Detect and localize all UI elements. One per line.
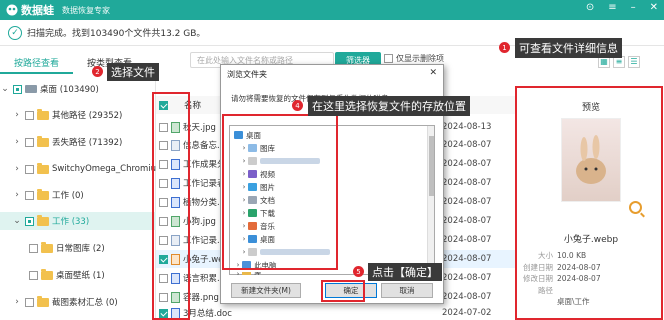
tree-item-label: SwitchyOmega_Chromiu [51,164,156,174]
folder-icon [37,108,49,120]
tree-item-work-33[interactable]: ⌄ 工作 (33) [0,212,156,230]
file-date: 2024-08-07 [442,197,492,207]
app-subtitle: 数据恢复专家 [62,5,110,15]
dialog-title: 浏览文件夹 [227,70,267,79]
folder-icon [37,188,49,200]
annotation-callout: 可查看文件详细信息 [515,38,622,58]
file-date: 2024-08-07 [442,140,492,150]
annotation-box-preview [515,86,663,320]
tab-by-path[interactable]: 按路径查看 [0,52,74,74]
annotation-box-files [152,92,190,320]
file-row[interactable]: 3月总结.doc 2024-07-02 [156,304,516,320]
tree-item-label: 桌面壁纸 (1) [56,271,105,281]
tree-item-label: 截图素材汇总 (0) [52,298,118,308]
only-deleted-toggle[interactable]: 仅显示删除项 [384,53,444,64]
tree-item-label: 日常图库 (2) [56,244,105,254]
app-name: 数据蛙 [21,4,54,17]
tree-item-switchyomega[interactable]: › SwitchyOmega_Chromiu [0,160,156,178]
library-icon [242,272,251,275]
annotation-box-folders [222,114,338,270]
annotation-badge: 2 [92,66,103,77]
folder-icon [41,241,53,253]
title-bar: 数据蛙 数据恢复专家 ⊙ ≡ – ✕ [0,0,664,20]
tree-item-label: 工作 (0) [52,191,84,201]
minimize-icon[interactable]: – [631,2,636,13]
tree-item-daily-gallery[interactable]: 日常图库 (2) [0,239,156,257]
tree-item-screenshots[interactable]: › 截图素材汇总 (0) [0,293,156,311]
folder-icon [41,268,53,280]
tree-item-wallpaper[interactable]: 桌面壁纸 (1) [0,266,156,284]
tree-checkbox[interactable] [25,110,34,120]
tree-item-label: 桌面 (103490) [40,85,99,95]
detail-view-icon[interactable]: ☰ [628,56,640,68]
scrollbar-thumb[interactable] [429,136,434,196]
chevron-right-icon[interactable]: › [12,110,22,120]
annotation-badge: 1 [499,42,510,53]
dialog-item-library[interactable]: › 库 [234,272,262,275]
file-date: 2024-08-07 [442,273,492,283]
file-date: 2024-08-07 [442,235,492,245]
chevron-right-icon[interactable]: › [12,164,22,174]
file-date: 2024-08-13 [442,122,492,132]
chevron-right-icon[interactable]: › [12,297,22,307]
chevron-right-icon[interactable]: › [12,137,22,147]
file-date: 2024-08-07 [442,216,492,226]
file-date: 2024-07-02 [442,308,492,318]
user-icon[interactable]: ⊙ [586,2,594,13]
tree-checkbox[interactable] [24,164,34,174]
folder-icon [36,162,49,174]
tree-item-desktop[interactable]: ⌄ 桌面 (103490) [0,80,156,98]
chevron-right-icon[interactable]: › [12,190,22,200]
tree-item-label: 其他路径 (29352) [52,111,123,121]
folder-icon [37,135,49,147]
scan-status-text: 扫描完成。找到103490个文件共13.2 GB。 [27,29,206,39]
cancel-button[interactable]: 取消 [381,283,433,298]
annotation-callout: 在这里选择恢复文件的存放位置 [308,96,470,116]
file-date: 2024-08-07 [442,292,492,302]
annotation-badge: 5 [353,266,364,277]
tree-checkbox[interactable] [25,216,34,226]
dialog-scrollbar[interactable] [427,126,434,274]
tree-checkbox[interactable] [25,297,34,307]
file-date: 2024-08-07 [442,254,492,264]
tree-item-lost-paths[interactable]: › 丢失路径 (71392) [0,133,156,151]
close-icon[interactable]: ✕ [650,2,658,13]
annotation-badge: 4 [292,100,303,111]
frog-logo-icon [6,4,18,16]
folder-icon [37,214,49,226]
tree-checkbox[interactable] [13,84,22,94]
folder-tree: ⌄ 桌面 (103490) › 其他路径 (29352) › 丢失路径 (713… [0,76,156,320]
tree-item-other-paths[interactable]: › 其他路径 (29352) [0,106,156,124]
tree-checkbox[interactable] [29,243,38,253]
dialog-close-icon[interactable]: ✕ [429,68,437,78]
file-name: 3月总结.doc [183,309,232,319]
file-date: 2024-08-07 [442,178,492,188]
menu-icon[interactable]: ≡ [608,2,616,13]
dialog-item-label: 库 [254,272,262,275]
chevron-down-icon[interactable]: ⌄ [0,84,10,94]
check-circle-icon: ✓ [8,25,22,40]
tree-checkbox[interactable] [29,270,38,280]
tree-item-label: 工作 (33) [52,217,90,227]
annotation-box-ok [321,280,365,302]
only-deleted-label: 仅显示删除项 [396,54,444,63]
new-folder-button[interactable]: 新建文件夹(M) [231,283,301,298]
tree-item-work-0[interactable]: › 工作 (0) [0,186,156,204]
app-logo: 数据蛙 [6,2,54,18]
annotation-callout: 点击【确定】 [368,263,442,281]
tree-checkbox[interactable] [25,190,34,200]
only-deleted-checkbox[interactable] [384,54,393,63]
drive-icon [25,85,37,93]
tree-checkbox[interactable] [25,137,34,147]
tree-item-label: 丢失路径 (71392) [52,138,123,148]
annotation-callout: 选择文件 [107,63,159,81]
chevron-down-icon[interactable]: ⌄ [12,216,22,226]
folder-icon [37,295,49,307]
file-date: 2024-08-07 [442,159,492,169]
